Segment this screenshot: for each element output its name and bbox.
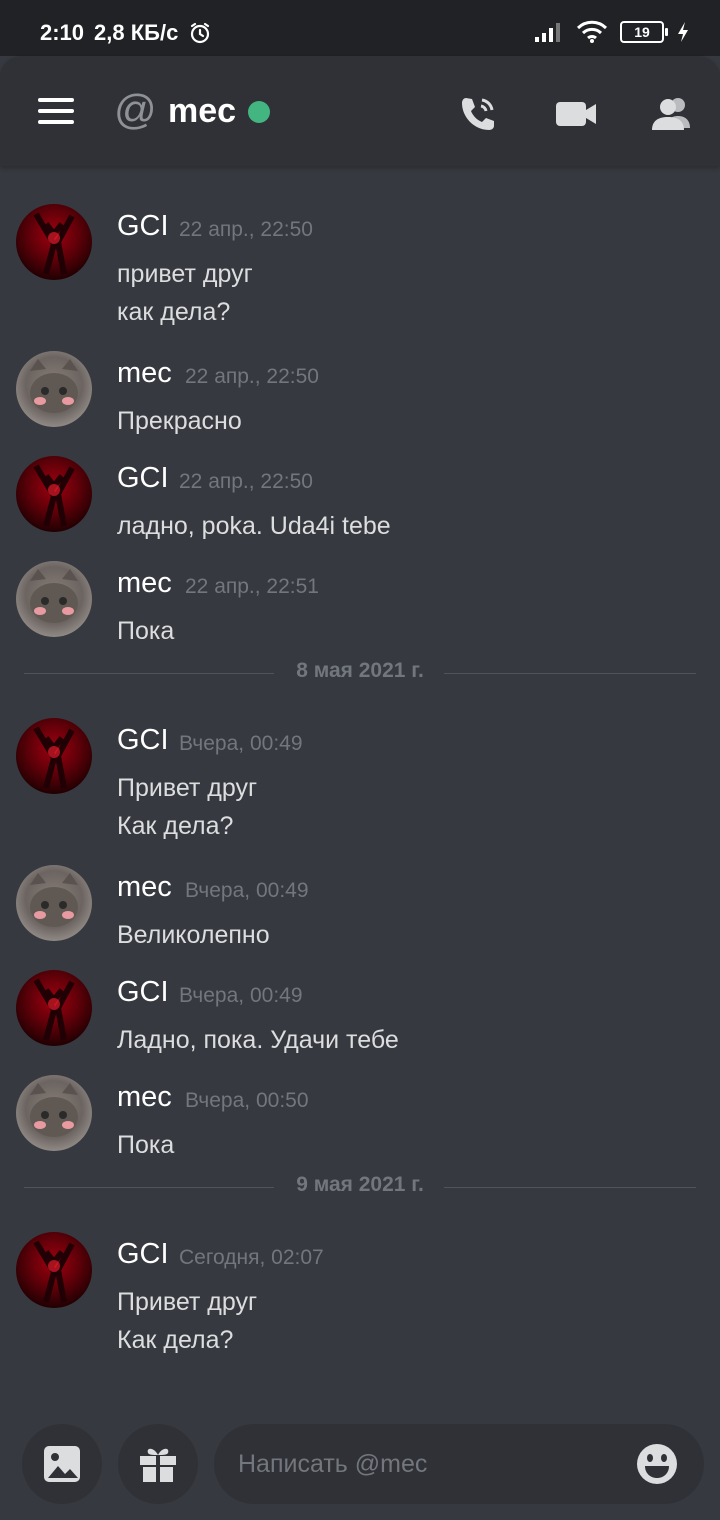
image-icon <box>44 1446 80 1482</box>
author-name[interactable]: GCI <box>117 976 169 1009</box>
message-text: Ладно, пока. Удачи тебе <box>117 1026 399 1054</box>
message-text: Пока <box>117 1131 175 1159</box>
avatar[interactable] <box>16 1075 92 1151</box>
alarm-icon <box>191 22 210 44</box>
channel-name: mec <box>168 92 237 130</box>
avatar[interactable] <box>16 1232 92 1308</box>
channel-header: @ mec <box>0 56 720 166</box>
gift-button[interactable] <box>118 1424 198 1504</box>
date-divider-label: 9 мая 2021 г. <box>296 1173 424 1196</box>
author-name[interactable]: GCI <box>117 1238 169 1271</box>
message-text: привет друг <box>117 260 253 288</box>
avatar[interactable] <box>16 865 92 941</box>
message-timestamp: Вчера, 00:49 <box>185 879 309 902</box>
dm-at-icon: @ <box>114 86 157 133</box>
attach-image-button[interactable] <box>22 1424 102 1504</box>
signal-icon <box>535 23 560 42</box>
message-timestamp: Вчера, 00:49 <box>179 732 303 755</box>
network-speed: 2,8 КБ/с <box>94 20 179 45</box>
message-input-container[interactable] <box>214 1424 704 1504</box>
message-timestamp: Вчера, 00:49 <box>179 984 303 1007</box>
date-divider: 8 мая 2021 г. <box>24 659 696 689</box>
message-text: Великолепно <box>117 921 270 949</box>
author-name[interactable]: mec <box>117 357 172 390</box>
author-name[interactable]: GCI <box>117 462 169 495</box>
message-list[interactable]: GCI 22 апр., 22:50 привет друг как дела?… <box>0 166 720 1406</box>
wifi-icon <box>576 20 608 43</box>
message-timestamp: 22 апр., 22:50 <box>179 218 313 241</box>
author-name[interactable]: mec <box>117 567 172 600</box>
author-name[interactable]: GCI <box>117 724 169 757</box>
message-text: Как дела? <box>117 812 234 840</box>
message-timestamp: 22 апр., 22:51 <box>185 575 319 598</box>
message-timestamp: Сегодня, 02:07 <box>179 1246 324 1269</box>
avatar[interactable] <box>16 718 92 794</box>
call-icon[interactable] <box>456 92 500 136</box>
video-icon[interactable] <box>554 92 598 136</box>
message-timestamp: Вчера, 00:50 <box>185 1089 309 1112</box>
message-input[interactable] <box>238 1442 618 1486</box>
message-text: Как дела? <box>117 1326 234 1354</box>
avatar[interactable] <box>16 970 92 1046</box>
status-time: 2:10 <box>40 20 85 45</box>
message-timestamp: 22 апр., 22:50 <box>185 365 319 388</box>
message-text: Привет друг <box>117 1288 258 1316</box>
message-text: Пока <box>117 617 175 645</box>
battery-indicator: 19 <box>620 21 668 43</box>
charging-icon <box>678 22 688 42</box>
emoji-icon[interactable] <box>636 1443 678 1485</box>
author-name[interactable]: GCI <box>117 210 169 243</box>
avatar[interactable] <box>16 351 92 427</box>
message-text: как дела? <box>117 298 231 326</box>
message-text: ладно, poka. Uda4i tebe <box>117 512 391 540</box>
avatar[interactable] <box>16 204 92 280</box>
menu-icon[interactable] <box>38 98 74 131</box>
members-icon[interactable] <box>650 92 694 136</box>
avatar[interactable] <box>16 456 92 532</box>
message-composer <box>0 1406 720 1520</box>
avatar[interactable] <box>16 561 92 637</box>
author-name[interactable]: mec <box>117 871 172 904</box>
date-divider-label: 8 мая 2021 г. <box>296 659 424 682</box>
message-text: Прекрасно <box>117 407 242 435</box>
message-text: Привет друг <box>117 774 258 802</box>
date-divider-top <box>24 166 696 176</box>
online-status-indicator <box>248 101 270 123</box>
gift-icon <box>140 1448 176 1482</box>
date-divider: 9 мая 2021 г. <box>24 1173 696 1203</box>
battery-level: 19 <box>634 24 650 40</box>
message-timestamp: 22 апр., 22:50 <box>179 470 313 493</box>
author-name[interactable]: mec <box>117 1081 172 1114</box>
status-bar: 2:10 2,8 КБ/с 19 <box>0 0 720 56</box>
